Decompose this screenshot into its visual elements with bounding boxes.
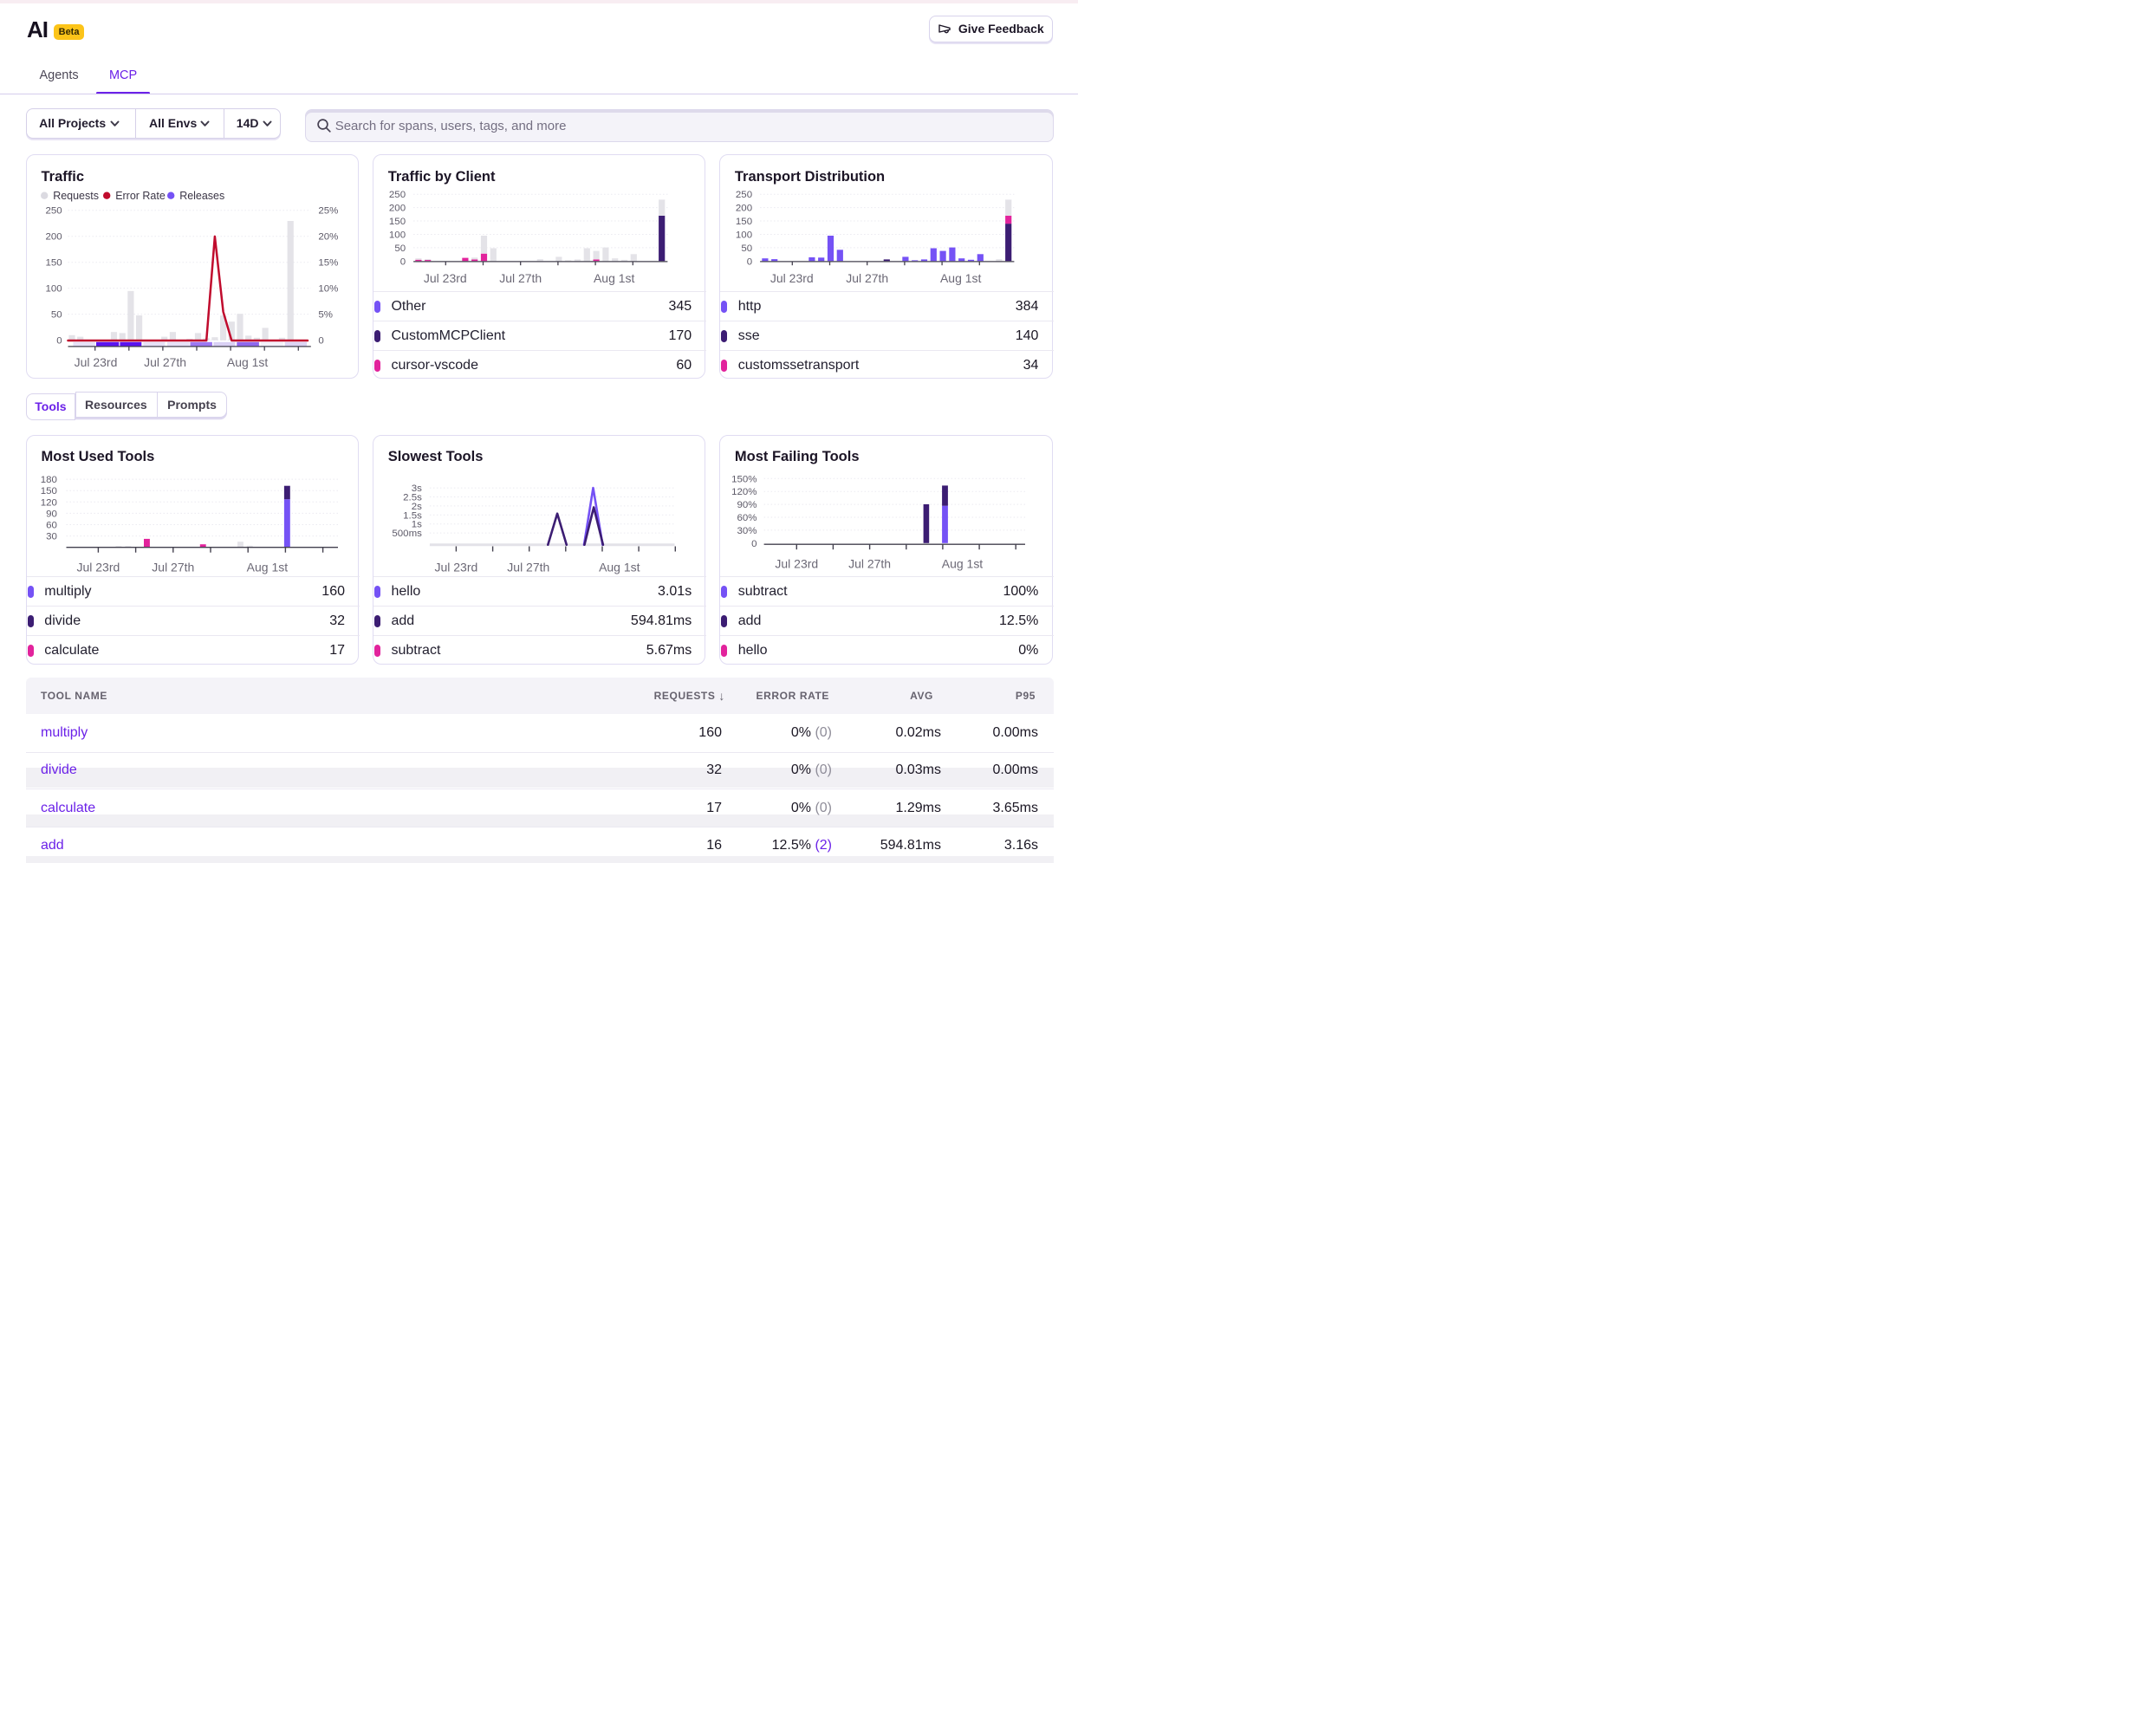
svg-text:0: 0	[747, 257, 752, 268]
svg-text:Releases: Releases	[179, 190, 224, 202]
svg-text:Jul 27th: Jul 27th	[507, 560, 549, 574]
svg-text:Jul 23rd: Jul 23rd	[770, 271, 814, 285]
svg-text:Jul 23rd: Jul 23rd	[435, 560, 478, 574]
svg-text:Requests: Requests	[53, 190, 99, 202]
svg-text:180: 180	[41, 475, 57, 485]
svg-text:Jul 23rd: Jul 23rd	[424, 271, 467, 285]
svg-text:Aug 1st: Aug 1st	[594, 271, 635, 285]
svg-text:500ms: 500ms	[393, 529, 423, 539]
svg-text:90%: 90%	[737, 500, 757, 510]
svg-text:Jul 27th: Jul 27th	[847, 271, 889, 285]
svg-text:100: 100	[46, 284, 62, 295]
svg-text:150: 150	[41, 486, 57, 496]
svg-text:200: 200	[46, 232, 62, 243]
svg-text:30%: 30%	[737, 526, 757, 536]
svg-text:100: 100	[736, 230, 752, 241]
svg-text:150%: 150%	[732, 474, 757, 484]
svg-text:50: 50	[742, 243, 753, 254]
svg-text:Jul 27th: Jul 27th	[848, 556, 891, 570]
svg-text:Jul 27th: Jul 27th	[152, 560, 194, 574]
svg-text:0: 0	[400, 257, 406, 268]
svg-text:120%: 120%	[732, 487, 757, 497]
svg-text:Aug 1st: Aug 1st	[227, 355, 269, 369]
svg-text:120: 120	[41, 497, 57, 508]
svg-text:150: 150	[389, 217, 406, 227]
svg-text:0: 0	[318, 336, 323, 347]
svg-text:200: 200	[736, 204, 752, 214]
svg-text:90: 90	[46, 509, 57, 519]
svg-text:250: 250	[736, 190, 752, 200]
svg-text:0: 0	[752, 539, 757, 549]
svg-text:Aug 1st: Aug 1st	[599, 560, 640, 574]
svg-text:30: 30	[46, 531, 57, 542]
svg-text:5%: 5%	[318, 310, 333, 321]
svg-text:Jul 23rd: Jul 23rd	[77, 560, 120, 574]
svg-text:50: 50	[395, 243, 406, 254]
svg-text:Aug 1st: Aug 1st	[247, 560, 289, 574]
svg-text:Jul 23rd: Jul 23rd	[75, 355, 118, 369]
svg-text:100: 100	[389, 230, 406, 241]
svg-text:250: 250	[389, 190, 406, 200]
svg-text:Jul 23rd: Jul 23rd	[776, 556, 819, 570]
svg-text:Jul 27th: Jul 27th	[499, 271, 542, 285]
svg-text:60: 60	[46, 520, 57, 530]
svg-text:50: 50	[51, 310, 62, 321]
svg-text:150: 150	[46, 258, 62, 269]
svg-text:Aug 1st: Aug 1st	[942, 556, 984, 570]
svg-text:25%: 25%	[318, 206, 338, 217]
svg-text:10%: 10%	[318, 284, 338, 295]
svg-text:150: 150	[736, 217, 752, 227]
svg-text:0: 0	[56, 336, 62, 347]
svg-text:250: 250	[46, 206, 62, 217]
svg-text:Jul 27th: Jul 27th	[144, 355, 186, 369]
svg-text:60%: 60%	[737, 513, 757, 523]
svg-text:200: 200	[389, 204, 406, 214]
svg-text:Aug 1st: Aug 1st	[940, 271, 982, 285]
svg-text:20%: 20%	[318, 232, 338, 243]
svg-text:15%: 15%	[318, 258, 338, 269]
svg-text:Error Rate: Error Rate	[115, 190, 166, 202]
